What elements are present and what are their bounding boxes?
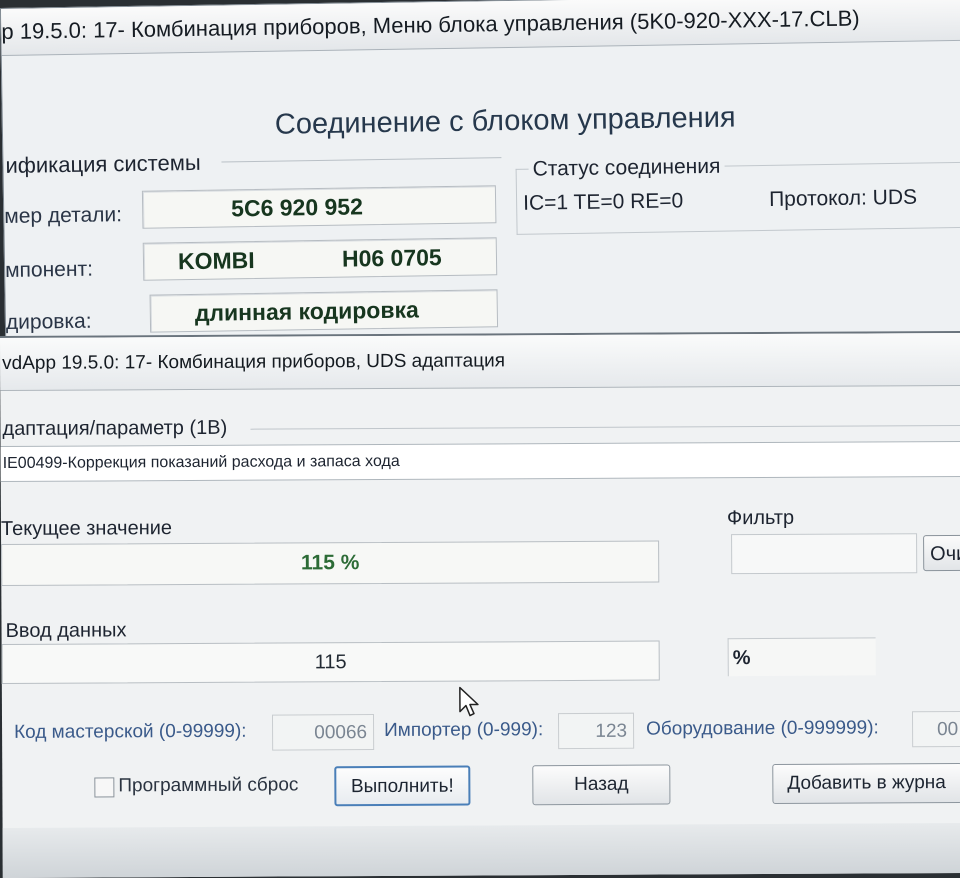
workshop-code-label: Код мастерской (0-99999):	[14, 720, 247, 743]
adaptation-parameter-select[interactable]: IE00499-Коррекция показаний расхода и за…	[0, 440, 960, 482]
execute-button[interactable]: Выполнить!	[334, 765, 471, 807]
component-name: KOMBI	[177, 247, 255, 275]
software-reset-checkbox[interactable]	[94, 777, 115, 798]
unit-label: %	[727, 637, 876, 677]
data-entry-input[interactable]: 115	[1, 640, 660, 684]
coding-label: дировка:	[5, 309, 92, 334]
add-to-log-button[interactable]: Добавить в журна	[772, 762, 960, 804]
component-value: KOMBI H06 0705	[142, 237, 498, 281]
importer-input[interactable]: 123	[557, 712, 635, 750]
connection-status-title: Статус соединения	[528, 154, 725, 182]
clear-filter-button[interactable]: Очи	[923, 534, 960, 572]
back-button[interactable]: Назад	[532, 764, 671, 806]
login-fields-row: Код мастерской (0-99999): 00066 Импортер…	[2, 710, 960, 756]
system-identification-title: ификация системы	[5, 149, 201, 178]
equipment-input[interactable]: 00	[911, 710, 960, 748]
connection-status-counters: IC=1 TE=0 RE=0	[522, 189, 684, 215]
filter-label: Фильтр	[726, 506, 795, 530]
adaptation-divider	[250, 424, 960, 430]
action-buttons-row: Программный сброс Выполнить! Назад Добав…	[2, 762, 960, 812]
equipment-label: Оборудование (0-999999):	[646, 717, 879, 740]
connection-heading: Соединение с блоком управления	[274, 101, 736, 141]
data-entry-label: Ввод данных	[5, 619, 127, 642]
group-divider	[221, 157, 502, 163]
current-value-display: 115 %	[1, 540, 660, 586]
component-label: мпонент:	[4, 257, 94, 282]
window-bottom-edge	[2, 822, 960, 878]
software-reset-label: Программный сброс	[118, 774, 299, 797]
connection-status-group: Статус соединения IC=1 TE=0 RE=0 Протоко…	[515, 154, 960, 235]
part-number-text: 5C6 920 952	[230, 193, 364, 222]
current-value-label: Текущее значение	[0, 517, 173, 540]
control-unit-window: p 19.5.0: 17- Комбинация приборов, Меню …	[0, 0, 960, 355]
filter-input[interactable]	[731, 533, 918, 575]
uds-adaptation-window-title: vdApp 19.5.0: 17- Комбинация приборов, U…	[0, 332, 960, 391]
uds-adaptation-window: vdApp 19.5.0: 17- Комбинация приборов, U…	[0, 330, 960, 878]
coding-value: длинная кодировка	[149, 289, 499, 333]
control-unit-window-title: p 19.5.0: 17- Комбинация приборов, Меню …	[1, 0, 960, 56]
coding-text: длинная кодировка	[194, 296, 419, 326]
protocol-label: Протокол: UDS	[768, 185, 918, 211]
part-number-value: 5C6 920 952	[141, 185, 497, 229]
component-version: H06 0705	[341, 244, 442, 272]
adaptation-parameter-label: даптация/параметр (1В)	[2, 416, 228, 440]
importer-label: Импортер (0-999):	[384, 719, 544, 741]
part-number-label: мер детали:	[4, 203, 123, 228]
workshop-code-input[interactable]: 00066	[271, 714, 375, 751]
